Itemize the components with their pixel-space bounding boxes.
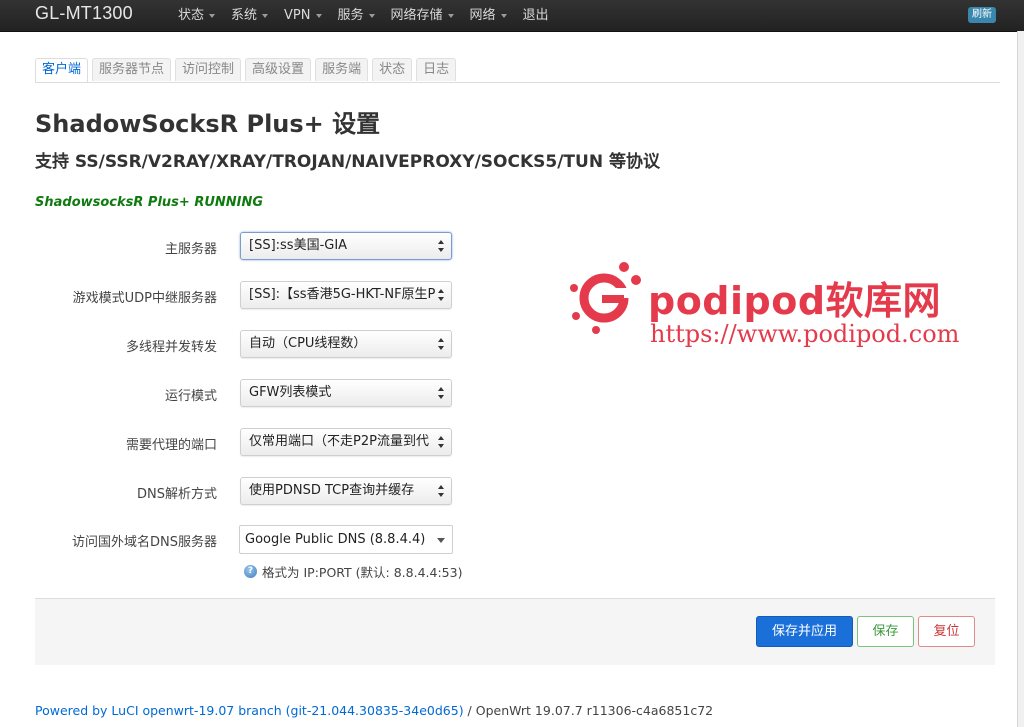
save-button[interactable]: 保存 — [857, 616, 914, 647]
foreign-dns-hint: ? 格式为 IP:PORT (默认: 8.8.4.4:53) — [244, 562, 462, 581]
tab-log[interactable]: 日志 — [416, 58, 457, 81]
select-arrows-icon — [438, 240, 445, 252]
foreign-dns-label: 访问国外域名DNS服务器 — [72, 535, 217, 550]
select-value: [SS]:【ss香港5G-HKT-NF原生P — [249, 287, 436, 302]
select-value: [SS]:ss美国-GIA — [249, 238, 348, 253]
run-mode-select[interactable]: GFW列表模式 — [240, 379, 452, 407]
foreign-dns-combobox[interactable]: Google Public DNS (8.8.4.4) — [239, 525, 453, 554]
window-edge — [1017, 31, 1024, 727]
caret-down-icon — [447, 13, 454, 18]
row-udp-relay: 游戏模式UDP中继服务器 [SS]:【ss香港5G-HKT-NF原生P — [0, 281, 500, 311]
run-mode-label: 运行模式 — [164, 389, 217, 404]
menu-label: VPN — [284, 7, 311, 23]
udp-relay-label: 游戏模式UDP中继服务器 — [72, 291, 217, 306]
row-proxy-ports: 需要代理的端口 仅常用端口（不走P2P流量到代 — [0, 428, 500, 458]
select-arrows-icon — [438, 436, 445, 448]
caret-down-icon — [500, 13, 507, 18]
main-server-select[interactable]: [SS]:ss美国-GIA — [240, 232, 452, 260]
tab-bar: 客户端 服务器节点 访问控制 高级设置 服务端 状态 日志 — [35, 58, 1000, 83]
row-run-mode: 运行模式 GFW列表模式 — [0, 379, 500, 409]
menu-system[interactable]: 系统 — [223, 0, 276, 31]
page-subtitle: 支持 SS/SSR/V2RAY/XRAY/TROJAN/NAIVEPROXY/S… — [35, 152, 660, 172]
select-value: 仅常用端口（不走P2P流量到代 — [249, 434, 429, 449]
menu-label: 网络 — [469, 7, 496, 23]
watermark-brand: podipod软库网 — [648, 279, 942, 323]
tab-server-nodes[interactable]: 服务器节点 — [92, 58, 172, 81]
tab-status[interactable]: 状态 — [372, 58, 413, 81]
chevron-down-icon[interactable] — [437, 538, 445, 543]
menu-vpn[interactable]: VPN — [276, 0, 329, 31]
select-value: 使用PDNSD TCP查询并缓存 — [249, 483, 415, 498]
page-title: ShadowSocksR Plus+ 设置 — [35, 110, 381, 138]
row-dns-mode: DNS解析方式 使用PDNSD TCP查询并缓存 — [0, 477, 500, 507]
luci-version-link[interactable]: Powered by LuCI openwrt-19.07 branch (gi… — [35, 703, 464, 718]
dns-mode-label: DNS解析方式 — [137, 487, 217, 502]
refresh-button[interactable]: 刷新 — [968, 7, 996, 23]
tab-advanced-settings[interactable]: 高级设置 — [245, 58, 312, 81]
tab-server[interactable]: 服务端 — [315, 58, 369, 81]
menu-logout[interactable]: 退出 — [515, 0, 557, 31]
main-menu: 状态 系统 VPN 服务 网络存储 网络 退出 — [170, 0, 557, 31]
threads-select[interactable]: 自动（CPU线程数） — [240, 330, 452, 358]
row-main-server: 主服务器 [SS]:ss美国-GIA — [0, 232, 500, 262]
menu-label: 系统 — [231, 7, 258, 23]
tab-access-control[interactable]: 访问控制 — [175, 58, 242, 81]
hint-text: 格式为 IP:PORT (默认: 8.8.4.4:53) — [262, 565, 463, 580]
dns-mode-select[interactable]: 使用PDNSD TCP查询并缓存 — [240, 477, 452, 505]
caret-down-icon — [315, 13, 322, 18]
menu-nas[interactable]: 网络存储 — [383, 0, 462, 31]
select-value: GFW列表模式 — [249, 385, 332, 400]
udp-relay-select[interactable]: [SS]:【ss香港5G-HKT-NF原生P — [240, 281, 452, 309]
combobox-value: Google Public DNS (8.8.4.4) — [245, 532, 426, 547]
menu-status[interactable]: 状态 — [170, 0, 223, 31]
select-arrows-icon — [438, 387, 445, 399]
menu-services[interactable]: 服务 — [330, 0, 383, 31]
row-threads: 多线程并发转发 自动（CPU线程数） — [0, 330, 500, 360]
menu-label: 状态 — [178, 7, 205, 23]
select-arrows-icon — [438, 289, 445, 301]
watermark-url: https://www.podipod.com — [650, 320, 960, 348]
footer: Powered by LuCI openwrt-19.07 branch (gi… — [35, 703, 713, 718]
main-server-label: 主服务器 — [164, 242, 217, 257]
reset-button[interactable]: 复位 — [918, 616, 975, 647]
select-value: 自动（CPU线程数） — [249, 336, 367, 351]
menu-label: 退出 — [522, 7, 549, 23]
caret-down-icon — [368, 13, 375, 18]
form-actions: 保存并应用 保存 复位 — [35, 598, 995, 665]
brand-logo[interactable]: GL-MT1300 — [35, 3, 133, 24]
proxy-ports-select[interactable]: 仅常用端口（不走P2P流量到代 — [240, 428, 452, 456]
running-status: ShadowsocksR Plus+ RUNNING — [35, 195, 264, 210]
menu-network[interactable]: 网络 — [462, 0, 515, 31]
podipod-logo-icon — [570, 262, 641, 334]
caret-down-icon — [262, 13, 269, 18]
menu-label: 服务 — [337, 7, 364, 23]
save-and-apply-button[interactable]: 保存并应用 — [756, 616, 853, 647]
help-icon: ? — [244, 565, 257, 578]
tab-client[interactable]: 客户端 — [35, 58, 89, 82]
openwrt-version: / OpenWrt 19.07.7 r11306-c4a6851c72 — [463, 703, 714, 718]
threads-label: 多线程并发转发 — [125, 340, 217, 355]
menu-label: 网络存储 — [390, 7, 443, 23]
top-navbar: GL-MT1300 状态 系统 VPN 服务 网络存储 网络 退出 刷新 — [0, 0, 1024, 32]
caret-down-icon — [209, 13, 216, 18]
row-foreign-dns: 访问国外域名DNS服务器 Google Public DNS (8.8.4.4) — [0, 525, 500, 555]
select-arrows-icon — [438, 485, 445, 497]
select-arrows-icon — [438, 338, 445, 350]
proxy-ports-label: 需要代理的端口 — [125, 438, 217, 453]
